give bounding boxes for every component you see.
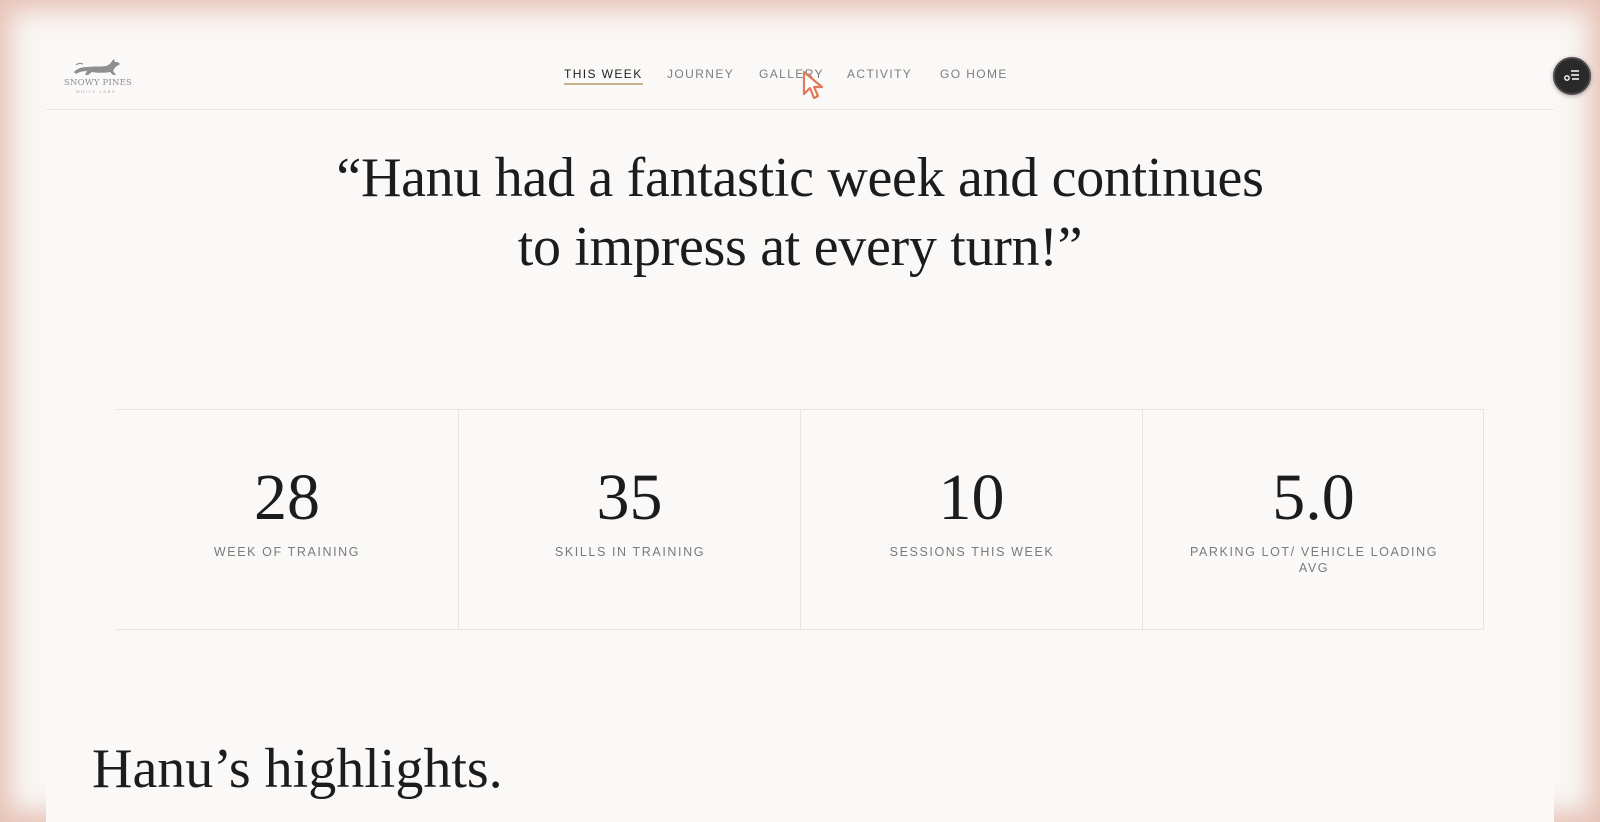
- nav-item-label: JOURNEY: [667, 67, 735, 81]
- nav-item-label: THIS WEEK: [564, 67, 643, 81]
- stat-value: 10: [938, 461, 1005, 534]
- nav-item-activity[interactable]: ACTIVITY: [847, 67, 912, 81]
- stat-label: WEEK OF TRAINING: [213, 545, 361, 559]
- nav-item-journey[interactable]: JOURNEY: [667, 67, 734, 81]
- page: SNOWY PINES WHITE LABS THIS WEEK JOURNEY…: [46, 42, 1554, 822]
- stat-label: SKILLS IN TRAINING: [554, 545, 706, 559]
- stat-card-parking: 5.0 PARKING LOT/ VEHICLE LOADING AVG: [1142, 410, 1484, 629]
- highlights-heading: Hanu’s highlights.: [92, 738, 503, 800]
- stat-value: 28: [254, 461, 320, 534]
- mouse-cursor-icon: [802, 70, 824, 100]
- nav-item-label: GO HOME: [940, 67, 1008, 81]
- stats-row: 28 WEEK OF TRAINING 35 SKILLS IN TRAININ…: [116, 409, 1484, 630]
- stat-value: 5.0: [1272, 461, 1355, 534]
- stat-label: PARKING LOT/ VEHICLE LOADING AVG: [1189, 545, 1439, 575]
- browser-frame: SNOWY PINES WHITE LABS THIS WEEK JOURNEY…: [0, 0, 1600, 822]
- stat-value: 35: [596, 461, 663, 534]
- stat-card-sessions: 10 SESSIONS THIS WEEK: [800, 410, 1142, 629]
- list-settings-icon: [1564, 70, 1579, 81]
- nav-item-label: ACTIVITY: [847, 67, 913, 81]
- site-header: SNOWY PINES WHITE LABS THIS WEEK JOURNEY…: [46, 42, 1554, 110]
- nav-item-go-home[interactable]: GO HOME: [940, 67, 1008, 81]
- weekly-quote: “Hanu had a fantastic week and continues…: [46, 144, 1554, 282]
- menu-button[interactable]: [1553, 57, 1591, 95]
- nav-item-this-week[interactable]: THIS WEEK: [564, 67, 643, 85]
- stat-card-skills: 35 SKILLS IN TRAINING: [458, 410, 800, 629]
- quote-line-2: to impress at every turn!”: [517, 216, 1083, 278]
- stat-label: SESSIONS THIS WEEK: [889, 545, 1055, 559]
- stat-card-week: 28 WEEK OF TRAINING: [116, 410, 458, 629]
- quote-line-1: “Hanu had a fantastic week and continues: [336, 147, 1264, 209]
- active-tab-underline: [564, 83, 643, 85]
- main-nav: THIS WEEK JOURNEY GALLERY ACTIVITY GO HO…: [46, 42, 1554, 110]
